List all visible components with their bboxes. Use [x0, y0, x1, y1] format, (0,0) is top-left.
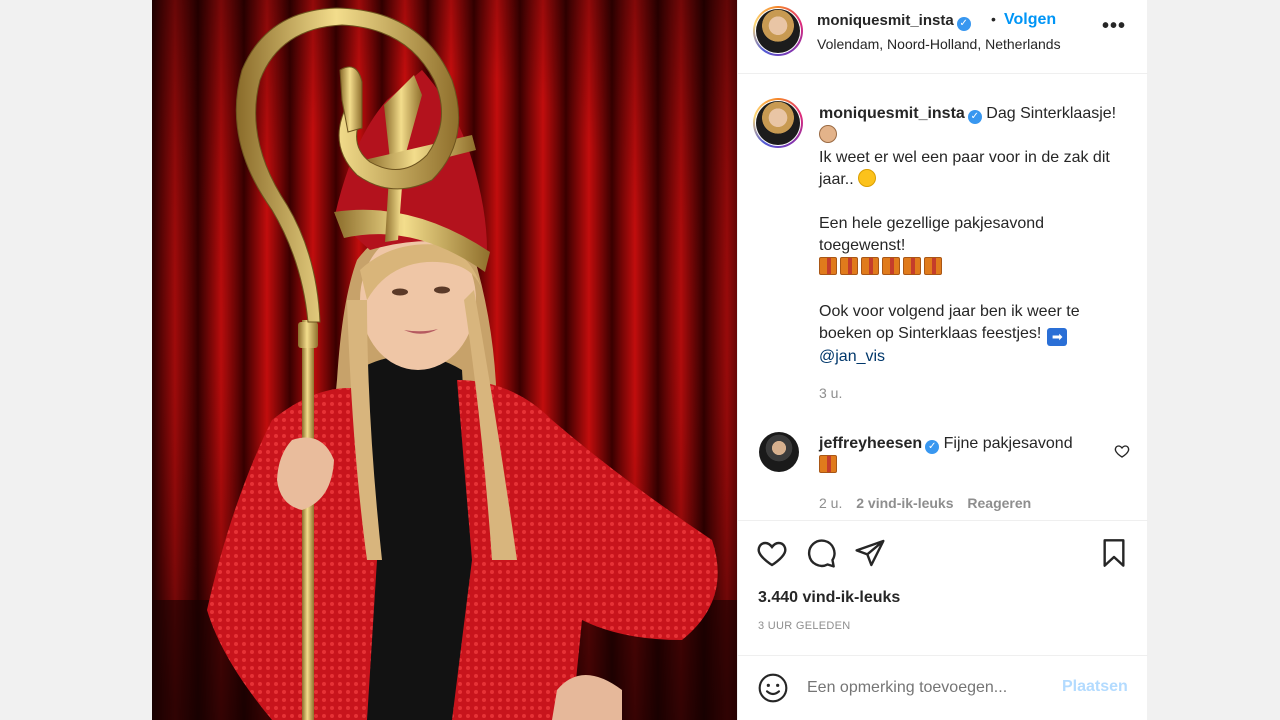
header-separator: • [991, 11, 996, 27]
caption-timestamp[interactable]: 3 u. [819, 385, 842, 401]
gift-emoji-icon [819, 455, 837, 473]
caption-emoji-line [819, 125, 1137, 147]
post-location[interactable]: Volendam, Noord-Holland, Netherlands [817, 36, 1061, 52]
author-avatar[interactable] [753, 6, 803, 56]
heart-icon[interactable] [756, 537, 788, 569]
verified-badge-icon: ✓ [967, 110, 982, 124]
comment-likes-count[interactable]: 2 vind-ik-leuks [856, 495, 953, 511]
post-actions: 3.440 vind-ik-leuks 3 UUR GELEDEN [738, 520, 1148, 655]
comment-emoji-line [819, 455, 1109, 477]
caption-text-5: toegewenst! [819, 237, 906, 254]
post-photo-illustration [152, 0, 737, 720]
comment: jeffreyheesen ✓ Fijne pakjesavond [819, 433, 1109, 477]
post-side-panel: moniquesmit_insta ✓ • Volgen Volendam, No… [737, 0, 1148, 720]
caption-text-7: boeken op Sinterklaas feestjes! [819, 325, 1042, 342]
comment-timestamp[interactable]: 2 u. [819, 495, 842, 511]
caption-mention-link[interactable]: @jan_vis [819, 348, 885, 365]
caption-username[interactable]: moniquesmit_insta [819, 105, 965, 122]
comment-like-heart-icon[interactable] [1114, 443, 1130, 459]
gift-emoji-icon [840, 257, 858, 275]
post-photo[interactable] [152, 0, 737, 720]
gift-emoji-icon [861, 257, 879, 275]
caption-text-4: Een hele gezellige pakjesavond [819, 215, 1045, 232]
comment-text: Fijne pakjesavond [943, 435, 1073, 452]
caption-line-3: jaar.. [819, 169, 1137, 191]
comment-meta: 2 u. 2 vind-ik-leuks Reageren [819, 495, 1041, 511]
page-background: moniquesmit_insta ✓ • Volgen Volendam, No… [0, 0, 1280, 720]
verified-badge-icon: ✓ [956, 17, 971, 31]
post-comment-button[interactable]: Plaatsen [1062, 678, 1128, 696]
comment-first-line: jeffreyheesen ✓ Fijne pakjesavond [819, 433, 1109, 455]
post-caption: moniquesmit_insta ✓ Dag Sinterklaasje! Ik… [819, 103, 1137, 368]
caption-author-avatar[interactable] [753, 98, 803, 148]
gift-emoji-icon [924, 257, 942, 275]
avatar-image [756, 9, 800, 53]
comment-reply-button[interactable]: Reageren [967, 495, 1031, 511]
verified-badge-icon: ✓ [925, 440, 940, 454]
comment-input[interactable] [807, 674, 1047, 702]
gift-emoji-icon [903, 257, 921, 275]
caption-first-line: moniquesmit_insta ✓ Dag Sinterklaasje! [819, 103, 1137, 125]
instagram-post: moniquesmit_insta ✓ • Volgen Volendam, No… [152, 0, 1148, 720]
right-arrow-emoji-icon: ➡ [1047, 328, 1068, 346]
comment-composer: Plaatsen [738, 655, 1148, 720]
share-icon[interactable] [854, 537, 886, 569]
caption-gap [819, 279, 1137, 301]
commenter-avatar[interactable] [759, 432, 799, 472]
caption-text-6: Ook voor volgend jaar ben ik weer te [819, 303, 1080, 320]
post-header: moniquesmit_insta ✓ • Volgen Volendam, No… [738, 0, 1148, 74]
caption-mention-line: @jan_vis [819, 346, 1137, 368]
follow-button[interactable]: Volgen [1004, 11, 1056, 29]
gift-emoji-icon [882, 257, 900, 275]
winking-face-emoji-icon [858, 169, 877, 187]
emoji-icon[interactable] [757, 672, 789, 704]
avatar-image [756, 101, 800, 145]
gift-emoji-icon [819, 257, 837, 275]
clapping-hands-emoji-icon [819, 125, 837, 143]
caption-text-2: Ik weet er wel een paar voor in de zak d… [819, 149, 1110, 166]
caption-text-1: Dag Sinterklaasje! [986, 105, 1117, 122]
bookmark-icon[interactable] [1098, 537, 1130, 569]
caption-gifts-line [819, 257, 1137, 279]
caption-text-3: jaar.. [819, 171, 854, 188]
caption-gap [819, 191, 1137, 213]
comment-icon[interactable] [805, 537, 837, 569]
post-age[interactable]: 3 UUR GELEDEN [758, 620, 851, 632]
comment-username[interactable]: jeffreyheesen [819, 435, 922, 452]
more-options-icon[interactable]: ••• [1102, 15, 1126, 38]
caption-line-7: boeken op Sinterklaas feestjes! ➡ [819, 323, 1137, 346]
likes-count[interactable]: 3.440 vind-ik-leuks [758, 589, 900, 607]
author-username[interactable]: moniquesmit_insta ✓ [817, 12, 971, 31]
author-username-text[interactable]: moniquesmit_insta [817, 12, 954, 29]
